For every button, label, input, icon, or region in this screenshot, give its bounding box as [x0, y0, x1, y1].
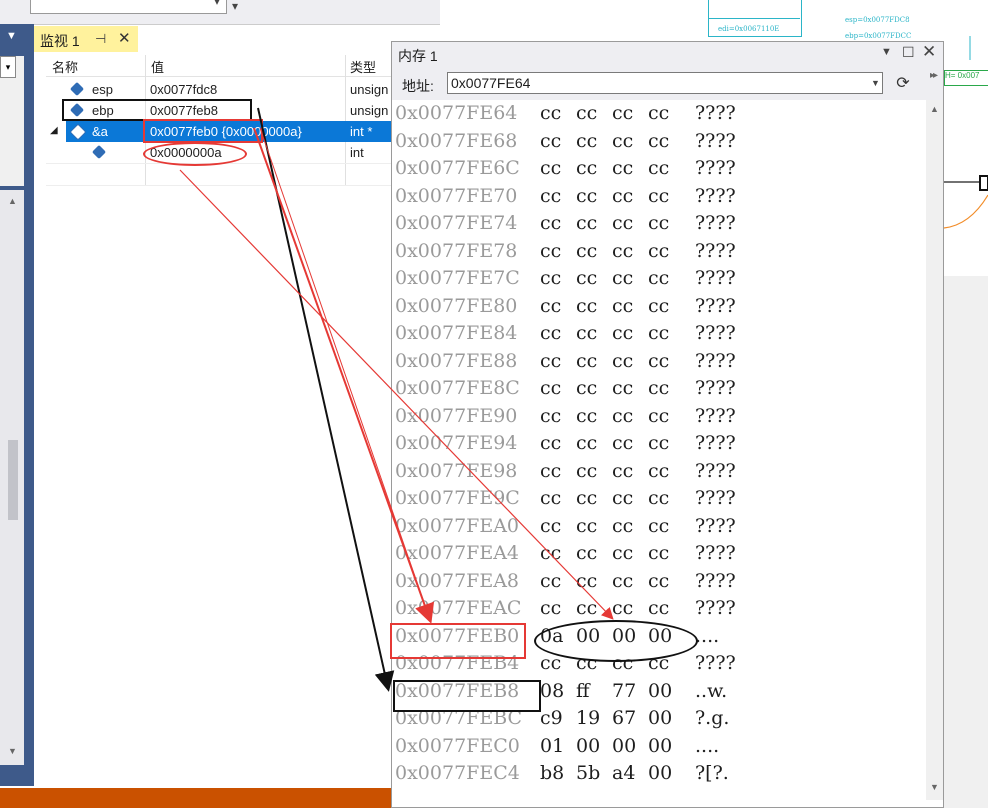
- arrow-address-to-feb0: [253, 127, 435, 624]
- annotation-arrows: [179, 107, 614, 692]
- arrow-value-to-bytes: [179, 169, 614, 620]
- arrow-address-guide: [259, 127, 431, 621]
